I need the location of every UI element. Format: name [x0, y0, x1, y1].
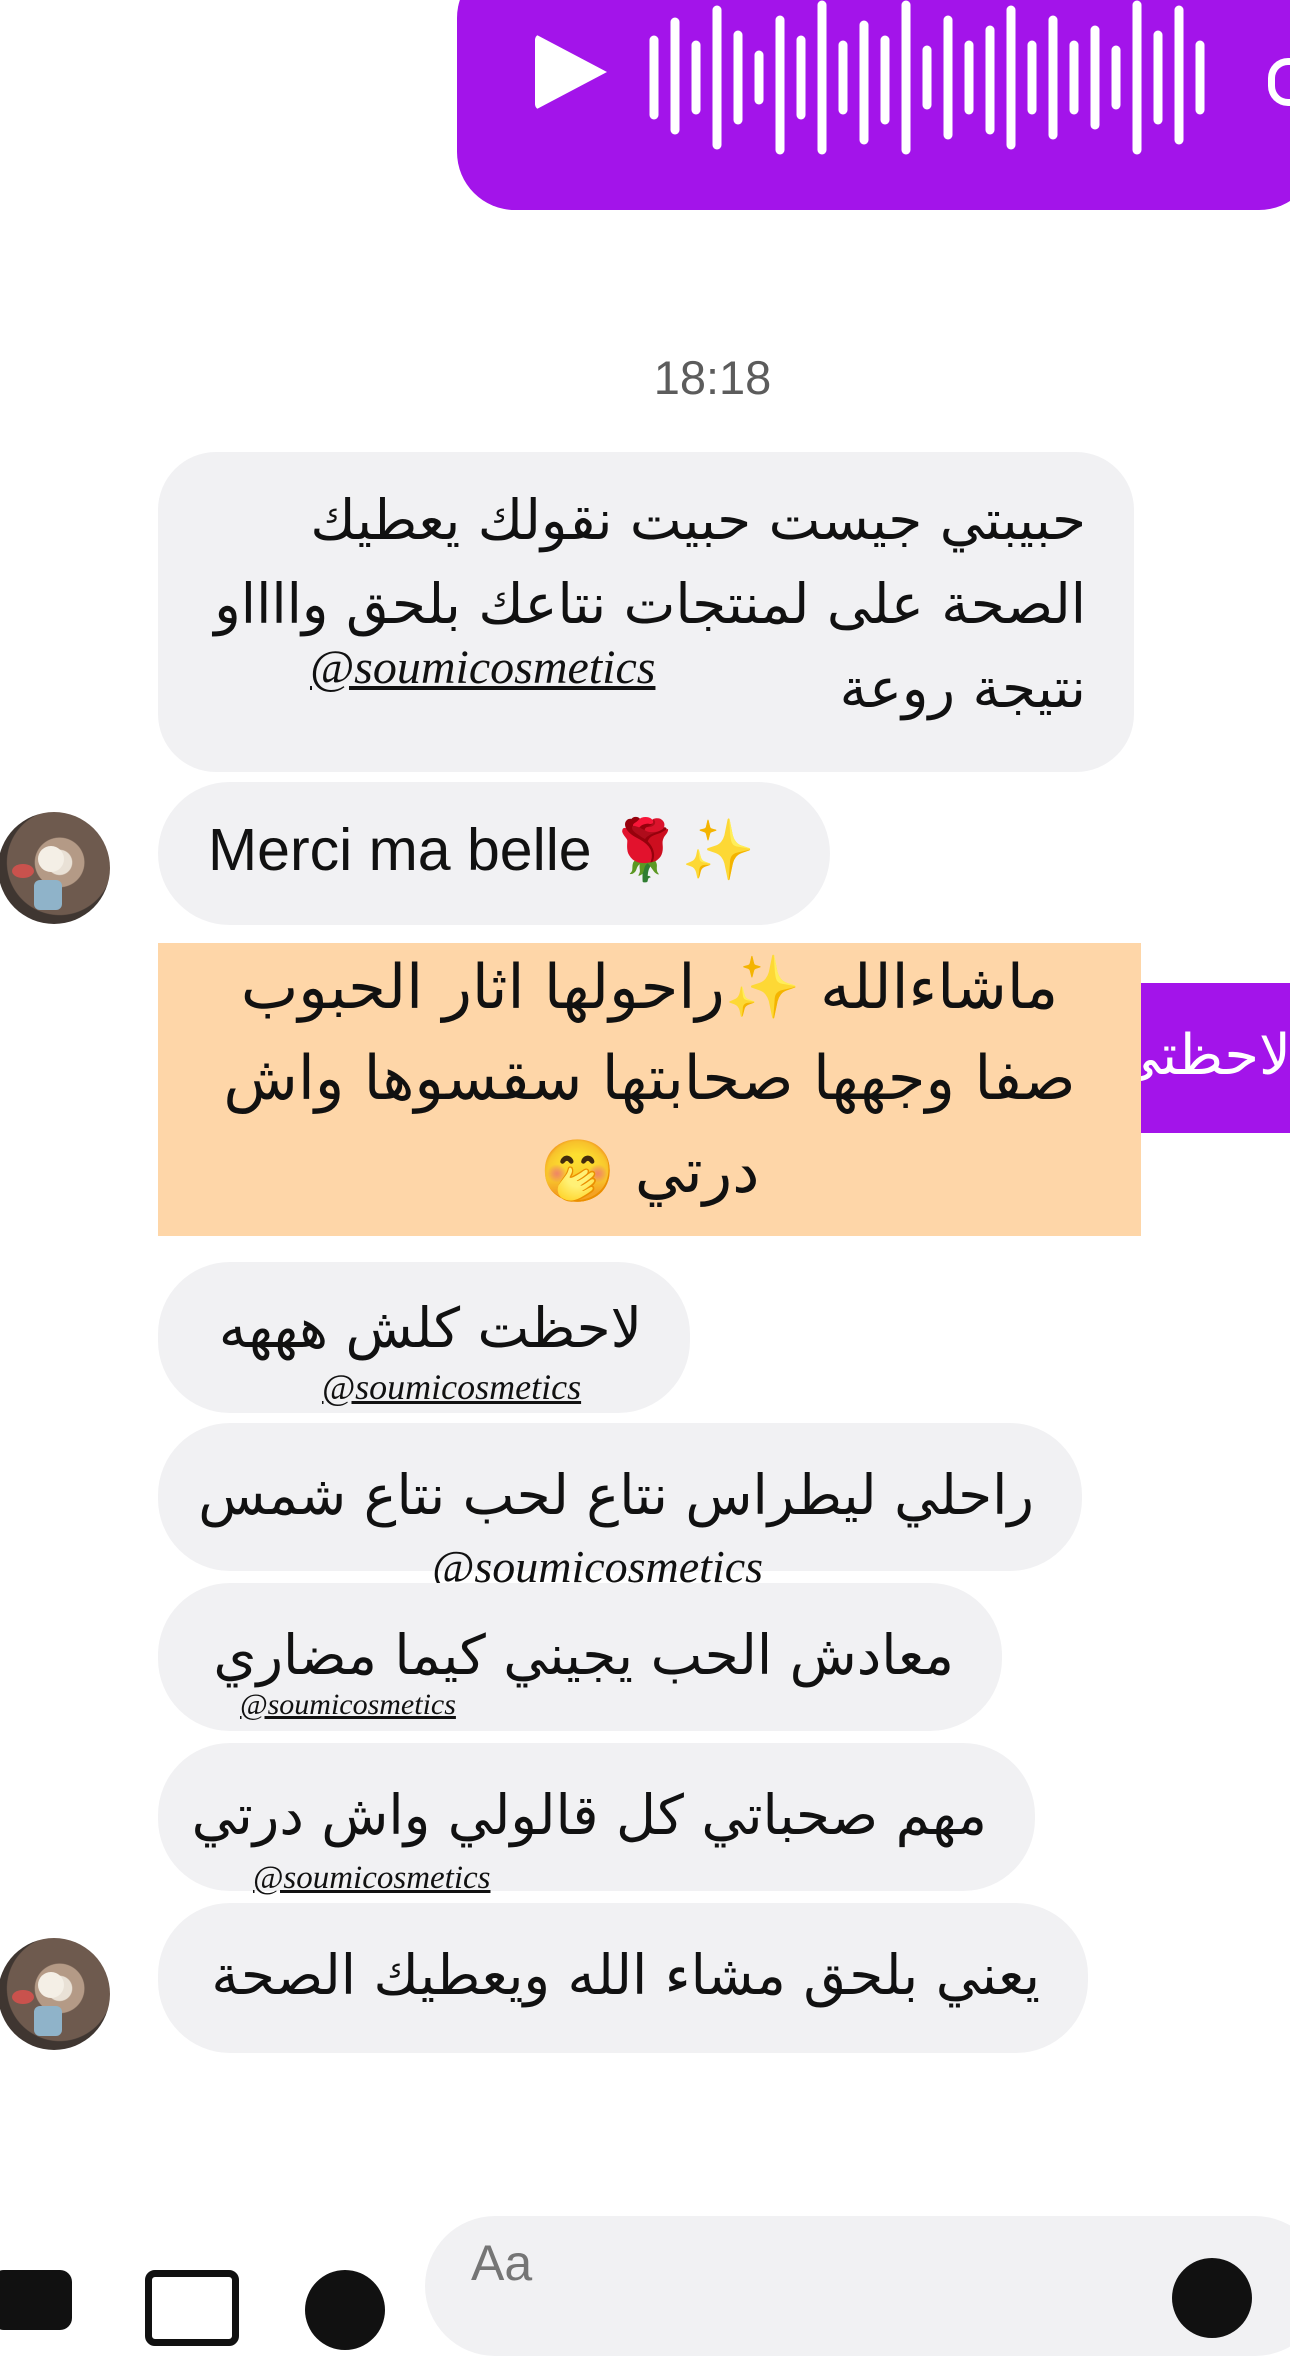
outgoing-message-bubble[interactable]: لاحظتي [1141, 983, 1290, 1133]
emoji-icon[interactable] [1172, 2258, 1252, 2338]
watermark-handle: @soumicosmetics [253, 1860, 491, 1896]
message-text: راحلي ليطراس نتاع لحب نتاع شمس [198, 1463, 1034, 1527]
message-line: الصحة على لمنتجات نتاعك بلحق وااااو [214, 572, 1086, 636]
message-text: معادش الحب يجيني كيما مضاري [213, 1623, 954, 1687]
gallery-icon[interactable] [145, 2270, 239, 2346]
avatar[interactable] [0, 1938, 110, 2050]
caption-line: ماشاءالله ✨راحولها اثار الحبوب [240, 952, 1059, 1023]
message-line: نتيجة روعة [839, 656, 1086, 720]
caption-line: درتي 🤭 [539, 1136, 760, 1207]
message-composer[interactable] [425, 2216, 1290, 2356]
message-text: Merci ma belle 🌹✨ [208, 817, 755, 883]
message-text: مهم صحباتي كل قالولي واش درتي [191, 1783, 987, 1847]
incoming-message-bubble[interactable]: يعني بلحق مشاء الله ويعطيك الصحة [158, 1903, 1088, 2053]
message-text: يعني بلحق مشاء الله ويعطيك الصحة [211, 1943, 1040, 2007]
camera-icon[interactable] [0, 2270, 72, 2330]
incoming-message-bubble[interactable]: حبيبتي جيست حبيت نقولك يعطيك الصحة على ل… [158, 452, 1134, 772]
caption-line: صفا وجهها صحابتها سقسوها واش [223, 1043, 1076, 1114]
watermark-handle: @soumicosmetics [310, 641, 656, 694]
play-icon[interactable] [535, 34, 607, 110]
avatar[interactable] [0, 812, 110, 924]
message-timestamp: 18:18 [653, 351, 772, 404]
incoming-message-bubble[interactable]: Merci ma belle 🌹✨ [158, 782, 830, 925]
sticker-icon[interactable] [305, 2270, 385, 2350]
watermark-handle: @soumicosmetics [322, 1367, 582, 1407]
watermark-handle: @soumicosmetics [240, 1688, 456, 1721]
message-input[interactable] [469, 2232, 1073, 2294]
message-text: لاحظتي [1141, 1023, 1290, 1088]
message-line: حبيبتي جيست حبيت نقولك يعطيك [310, 488, 1086, 552]
message-text: لاحظت كلش هههه [218, 1296, 642, 1360]
highlight-caption: ماشاءالله ✨راحولها اثار الحبوب صفا وجهها… [158, 943, 1141, 1236]
waveform-icon [649, 0, 1205, 155]
